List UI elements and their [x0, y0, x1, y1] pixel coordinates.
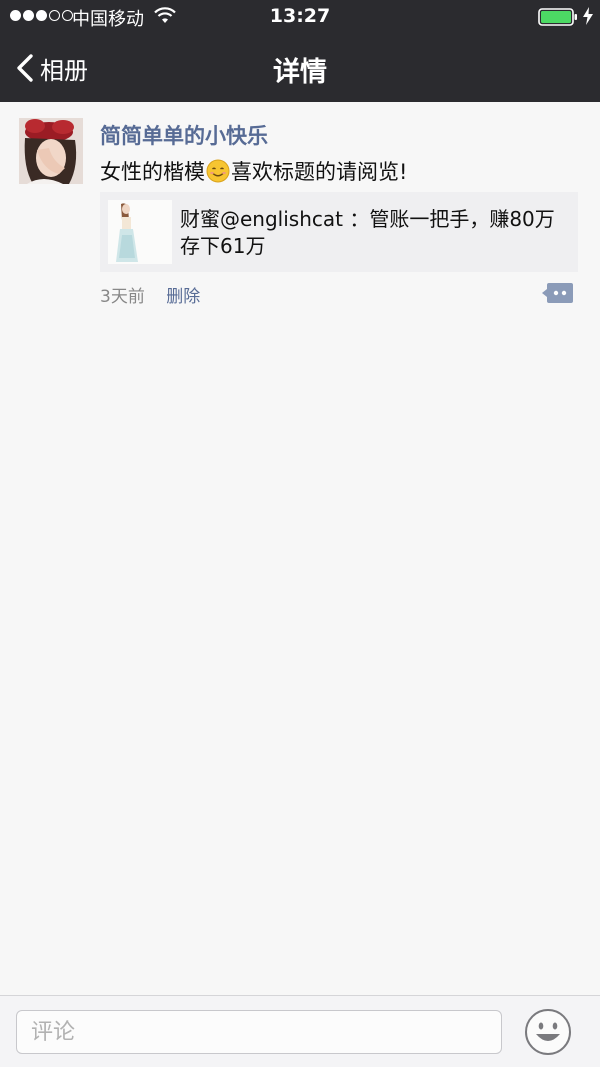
smile-emoji-icon [206, 159, 230, 183]
post-text-part: 喜欢标题的请阅览! [231, 160, 408, 184]
post-time: 3天前 [100, 287, 145, 307]
comment-bar [0, 995, 600, 1067]
author-name[interactable]: 简简单单的小快乐 [100, 120, 268, 150]
post-text: 女性的楷模 喜欢标题的请阅览! [100, 156, 407, 186]
shared-link-title: 财蜜@englishcat ：管账一把手，赚80万存下61万 [180, 207, 555, 258]
page-title: 详情 [273, 57, 327, 88]
more-comment-icon[interactable] [542, 282, 574, 304]
emoji-face-icon[interactable] [524, 1008, 572, 1056]
delete-button[interactable]: 删除 [166, 287, 200, 307]
clock: 13:27 [269, 5, 331, 27]
post-meta: 3天前 删除 [100, 282, 200, 307]
battery-icon [538, 8, 577, 26]
charge-icon [583, 7, 593, 25]
comment-input[interactable] [16, 1010, 502, 1054]
avatar[interactable] [19, 118, 83, 184]
shared-link-card[interactable]: 财蜜@englishcat ：管账一把手，赚80万存下61万 [100, 192, 578, 272]
shared-link-thumbnail [108, 200, 172, 264]
navigation-bar: 相册 详情 [0, 34, 600, 102]
status-bar: 中国移动 13:27 [0, 0, 600, 34]
post-text-part: 女性的楷模 [100, 160, 205, 184]
screen: 中国移动 13:27 相册 详情 简简单单的小快乐 女性的楷模 喜欢标题的请阅览… [0, 0, 600, 1067]
